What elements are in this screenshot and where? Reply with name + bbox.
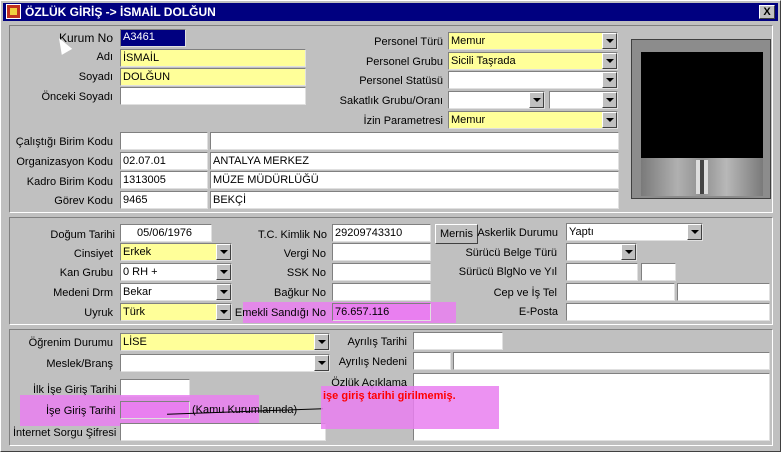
- organizasyon-kod-field[interactable]: 02.07.01: [120, 152, 208, 170]
- chevron-down-icon[interactable]: [602, 112, 617, 128]
- surucu-belge-yil-field[interactable]: [641, 263, 676, 281]
- surucu-belge-no-field[interactable]: [566, 263, 638, 281]
- medeni-durum-label: Medeni Drm: [53, 287, 113, 299]
- soyadi-label: Soyadı: [78, 71, 113, 83]
- chevron-down-icon[interactable]: [621, 244, 636, 260]
- adi-field[interactable]: İSMAİL: [120, 49, 306, 67]
- sakatlik-orani-select[interactable]: [549, 91, 618, 109]
- gorev-label: Görev Kodu: [54, 195, 113, 207]
- mernis-button[interactable]: Mernis: [435, 224, 478, 244]
- kan-grubu-label: Kan Grubu: [59, 267, 113, 279]
- adi-label: Adı: [96, 51, 113, 63]
- calistigi-birim-kod-field[interactable]: [120, 132, 208, 150]
- chevron-down-icon[interactable]: [216, 284, 231, 300]
- kadro-birim-label: Kadro Birim Kodu: [26, 176, 113, 188]
- chevron-down-icon[interactable]: [687, 224, 702, 240]
- kan-grubu-select[interactable]: 0 RH +: [120, 263, 232, 281]
- internet-sorgu-field[interactable]: [120, 423, 326, 441]
- emekli-sandigi-field[interactable]: 76.657.116: [332, 303, 431, 321]
- organizasyon-label: Organizasyon Kodu: [16, 156, 113, 168]
- cinsiyet-label: Cinsiyet: [73, 248, 113, 260]
- organizasyon-ad-field[interactable]: ANTALYA MERKEZ: [210, 152, 619, 170]
- calistigi-birim-ad-field[interactable]: [210, 132, 619, 150]
- medeni-durum-select[interactable]: Bekar: [120, 283, 232, 301]
- app-icon: [6, 4, 21, 19]
- bagkur-no-label: Bağkur No: [274, 287, 326, 299]
- chevron-down-icon[interactable]: [602, 33, 617, 49]
- calistigi-birim-label: Çalıştığı Birim Kodu: [15, 136, 113, 148]
- ssk-no-field[interactable]: [332, 263, 431, 281]
- internet-sorgu-label: İnternet Sorgu Şifresi: [13, 427, 117, 439]
- soyadi-field[interactable]: DOLĞUN: [120, 68, 306, 86]
- warning-message: işe giriş tarihi girilmemiş.: [323, 390, 456, 402]
- surucu-belge-turu-label: Sürücü Belge Türü: [465, 247, 557, 259]
- personnel-photo: [631, 39, 771, 199]
- izin-select[interactable]: Memur: [448, 111, 618, 129]
- ogrenim-durumu-label: Öğrenim Durumu: [28, 337, 113, 349]
- chevron-down-icon[interactable]: [216, 264, 231, 280]
- ayrilis-tarihi-label: Ayrılış Tarihi: [347, 336, 407, 348]
- askerlik-label: Askerlik Durumu: [477, 227, 558, 239]
- is-tel-field[interactable]: [677, 283, 770, 301]
- surucu-belge-no-label: Sürücü BlgNo ve Yıl: [458, 266, 557, 278]
- chevron-down-icon[interactable]: [216, 304, 231, 320]
- meslek-brans-label: Meslek/Branş: [46, 358, 113, 370]
- ise-giris-tarihi-field[interactable]: [120, 401, 190, 419]
- eposta-label: E-Posta: [518, 306, 558, 318]
- tc-kimlik-field[interactable]: 29209743310: [332, 224, 431, 242]
- ayrilis-nedeni-label: Ayrılış Nedeni: [338, 356, 407, 368]
- kadro-birim-kod-field[interactable]: 1313005: [120, 171, 208, 189]
- ozluk-window: ÖZLÜK GİRİŞ -> İSMAİL DOLĞUN X Kurum No …: [0, 0, 781, 452]
- meslek-brans-select[interactable]: [120, 354, 330, 372]
- sakatlik-grubu-select[interactable]: [448, 91, 545, 109]
- personel-turu-label: Personel Türü: [374, 36, 443, 48]
- photo-background: [641, 52, 763, 167]
- title-bar: ÖZLÜK GİRİŞ -> İSMAİL DOLĞUN X: [3, 3, 778, 21]
- onceki-soyadi-label: Önceki Soyadı: [41, 91, 113, 103]
- bagkur-no-field[interactable]: [332, 283, 431, 301]
- izin-label: İzin Parametresi: [363, 115, 443, 127]
- gorev-kod-field[interactable]: 9465: [120, 191, 208, 209]
- cep-tel-field[interactable]: [566, 283, 675, 301]
- dogum-tarihi-field[interactable]: 05/06/1976: [120, 224, 212, 242]
- chevron-down-icon[interactable]: [602, 72, 617, 88]
- ssk-no-label: SSK No: [286, 267, 326, 279]
- askerlik-select[interactable]: Yaptı: [566, 223, 703, 241]
- chevron-down-icon[interactable]: [314, 355, 329, 371]
- cep-is-tel-label: Cep ve İş Tel: [493, 287, 557, 299]
- sakatlik-label: Sakatlık Grubu/Oranı: [339, 95, 443, 107]
- ayrilis-tarihi-field[interactable]: [413, 332, 503, 350]
- ise-giris-tarihi-label: İşe Giriş Tarihi: [46, 405, 116, 417]
- personel-grubu-select[interactable]: Sicili Taşrada: [448, 52, 618, 70]
- chevron-down-icon[interactable]: [602, 92, 617, 108]
- photo-tie: [696, 160, 708, 194]
- vergi-no-field[interactable]: [332, 243, 431, 261]
- kadro-birim-ad-field[interactable]: MÜZE MÜDÜRLÜĞÜ: [210, 171, 619, 189]
- gorev-ad-field[interactable]: BEKÇİ: [210, 191, 619, 209]
- ayrilis-nedeni-field[interactable]: [453, 352, 770, 370]
- personel-statusu-select[interactable]: [448, 71, 618, 89]
- chevron-down-icon[interactable]: [602, 53, 617, 69]
- window-title: ÖZLÜK GİRİŞ -> İSMAİL DOLĞUN: [25, 5, 216, 19]
- onceki-soyadi-field[interactable]: [120, 87, 306, 105]
- ayrilis-nedeni-kod-field[interactable]: [413, 352, 451, 370]
- chevron-down-icon[interactable]: [529, 92, 544, 108]
- personel-turu-select[interactable]: Memur: [448, 32, 618, 50]
- personel-statusu-label: Personel Statüsü: [359, 75, 443, 87]
- ogrenim-durumu-select[interactable]: LİSE: [120, 333, 330, 351]
- eposta-field[interactable]: [566, 303, 770, 321]
- uyruk-label: Uyruk: [84, 307, 113, 319]
- vergi-no-label: Vergi No: [283, 248, 326, 260]
- dogum-tarihi-label: Doğum Tarihi: [50, 229, 115, 241]
- cinsiyet-select[interactable]: Erkek: [120, 243, 232, 261]
- tc-kimlik-label: T.C. Kimlik No: [257, 229, 327, 241]
- emekli-sandigi-label: Emekli Sandığı No: [234, 307, 326, 319]
- kurum-no-field[interactable]: A3461: [120, 29, 186, 47]
- chevron-down-icon[interactable]: [314, 334, 329, 350]
- close-button[interactable]: X: [759, 5, 775, 19]
- surucu-belge-turu-select[interactable]: [566, 243, 637, 261]
- personel-grubu-label: Personel Grubu: [365, 56, 443, 68]
- chevron-down-icon[interactable]: [216, 244, 231, 260]
- uyruk-select[interactable]: Türk: [120, 303, 232, 321]
